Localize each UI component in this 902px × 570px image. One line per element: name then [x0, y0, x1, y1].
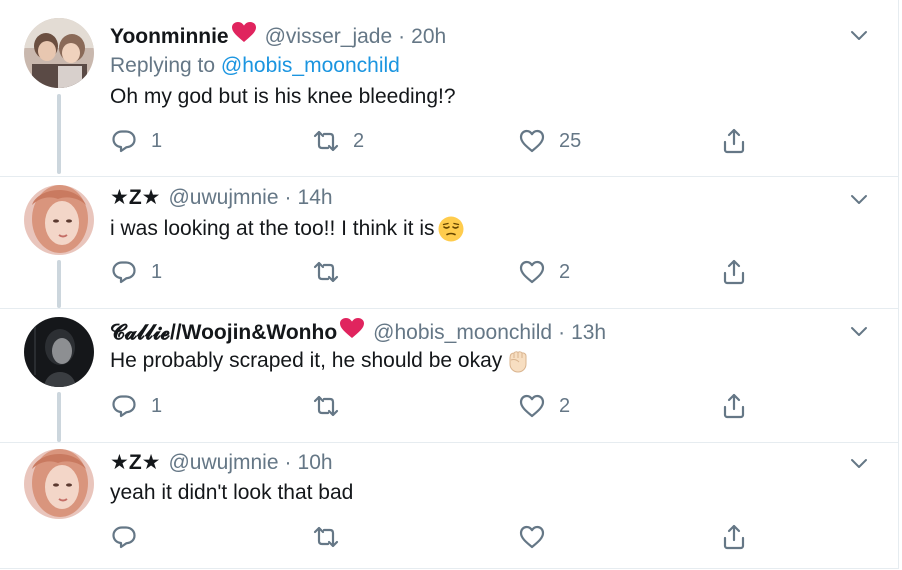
retweet-icon — [313, 395, 339, 417]
chevron-down-icon[interactable] — [848, 320, 870, 342]
tweet-text-content: i was looking at the too!! I think it is — [110, 217, 435, 240]
display-name[interactable]: ★Z★ — [110, 185, 160, 211]
reply-button[interactable] — [110, 523, 151, 551]
action-bar: 1 2 — [110, 258, 750, 286]
tweet-text-content: He probably scraped it, he should be oka… — [110, 349, 503, 372]
tweet-4[interactable]: ★Z★ @uwujmnie · 10h yeah it didn't look … — [0, 442, 898, 568]
action-bar — [110, 523, 750, 551]
reply-button[interactable]: 1 — [110, 127, 162, 155]
reply-count: 1 — [151, 129, 163, 152]
avatar[interactable] — [24, 18, 94, 88]
share-button[interactable] — [720, 127, 748, 155]
chevron-down-icon[interactable] — [848, 24, 870, 46]
replying-to-line: Replying to @hobis_moonchild — [110, 53, 400, 79]
reply-button[interactable]: 1 — [110, 258, 162, 286]
tweet-header: Yoonminnie @visser_jade · 20h — [110, 21, 446, 50]
share-button[interactable] — [720, 258, 748, 286]
like-button[interactable]: 2 — [518, 258, 570, 286]
display-name[interactable]: ★Z★ — [110, 450, 160, 476]
username[interactable]: @visser_jade — [265, 24, 393, 50]
reply-icon — [112, 261, 136, 284]
tweet-text: He probably scraped it, he should be oka… — [110, 347, 532, 375]
retweet-icon — [313, 130, 339, 152]
like-icon — [519, 129, 545, 153]
share-icon — [723, 524, 745, 550]
retweet-button[interactable] — [312, 258, 353, 286]
display-name[interactable]: 𝓒𝓪𝓵𝓵𝓲𝓮//Woojin&Wonho — [110, 320, 337, 346]
share-button[interactable] — [720, 523, 748, 551]
retweet-count: 2 — [353, 129, 365, 152]
reply-button[interactable]: 1 — [110, 392, 162, 420]
timestamp[interactable]: 13h — [571, 320, 606, 346]
raised-fist-emoji-icon — [509, 351, 527, 373]
retweet-button[interactable] — [312, 392, 353, 420]
reply-icon — [112, 130, 136, 153]
display-name[interactable]: Yoonminnie — [110, 24, 229, 50]
username[interactable]: @hobis_moonchild — [373, 320, 552, 346]
timestamp[interactable]: 20h — [411, 24, 446, 50]
thread-line — [57, 260, 61, 308]
separator-dot: · — [284, 451, 292, 474]
tweet-text: yeah it didn't look that bad — [110, 479, 353, 507]
retweet-button[interactable]: 2 — [312, 127, 364, 155]
like-icon — [519, 394, 545, 418]
timestamp[interactable]: 10h — [298, 450, 333, 476]
retweet-button[interactable] — [312, 523, 353, 551]
avatar[interactable] — [24, 185, 94, 255]
chevron-down-icon[interactable] — [848, 188, 870, 210]
reply-icon — [112, 526, 136, 549]
avatar[interactable] — [24, 317, 94, 387]
action-bar: 1 2 — [110, 392, 750, 420]
like-count: 2 — [559, 260, 571, 283]
like-icon — [519, 260, 545, 284]
thread-line — [57, 392, 61, 442]
tweet-text: Oh my god but is his knee bleeding!? — [110, 83, 456, 111]
like-icon — [519, 525, 545, 549]
share-button[interactable] — [720, 392, 748, 420]
avatar[interactable] — [24, 449, 94, 519]
mention-link[interactable]: @hobis_moonchild — [221, 54, 400, 77]
tweet-3[interactable]: 𝓒𝓪𝓵𝓵𝓲𝓮//Woojin&Wonho @hobis_moonchild · … — [0, 308, 898, 442]
reply-count: 1 — [151, 260, 163, 283]
tweet-text: i was looking at the too!! I think it is — [110, 215, 465, 243]
tweet-header: 𝓒𝓪𝓵𝓵𝓲𝓮//Woojin&Wonho @hobis_moonchild · … — [110, 317, 606, 346]
red-heart-icon — [231, 21, 257, 50]
red-heart-icon — [339, 317, 365, 346]
reply-icon — [112, 395, 136, 418]
like-count: 2 — [559, 394, 571, 417]
chevron-down-icon[interactable] — [848, 452, 870, 474]
separator-dot: · — [558, 321, 566, 344]
like-button[interactable]: 25 — [518, 127, 581, 155]
tweet-header: ★Z★ @uwujmnie · 10h — [110, 450, 333, 476]
tweet-2[interactable]: ★Z★ @uwujmnie · 14h i was looking at the… — [0, 176, 898, 308]
relieved-face-emoji-icon — [438, 216, 463, 242]
retweet-icon — [313, 261, 339, 283]
share-icon — [723, 259, 745, 285]
like-button[interactable] — [518, 523, 559, 551]
tweet-1[interactable]: Yoonminnie @visser_jade · 20h Replying t… — [0, 0, 898, 176]
reply-count: 1 — [151, 394, 163, 417]
tweet-text-content: yeah it didn't look that bad — [110, 481, 354, 504]
action-bar: 1 2 25 — [110, 127, 750, 155]
share-icon — [723, 128, 745, 154]
share-icon — [723, 393, 745, 419]
like-count: 25 — [559, 129, 582, 152]
username[interactable]: @uwujmnie — [168, 185, 278, 211]
retweet-icon — [313, 526, 339, 548]
timestamp[interactable]: 14h — [298, 185, 333, 211]
replying-to-label: Replying to — [110, 54, 216, 77]
like-button[interactable]: 2 — [518, 392, 570, 420]
thread-line — [57, 94, 61, 174]
username[interactable]: @uwujmnie — [168, 450, 278, 476]
separator-dot: · — [284, 186, 292, 209]
tweet-text-content: Oh my god but is his knee bleeding!? — [110, 85, 456, 108]
tweet-header: ★Z★ @uwujmnie · 14h — [110, 185, 333, 211]
separator-dot: · — [398, 25, 406, 48]
